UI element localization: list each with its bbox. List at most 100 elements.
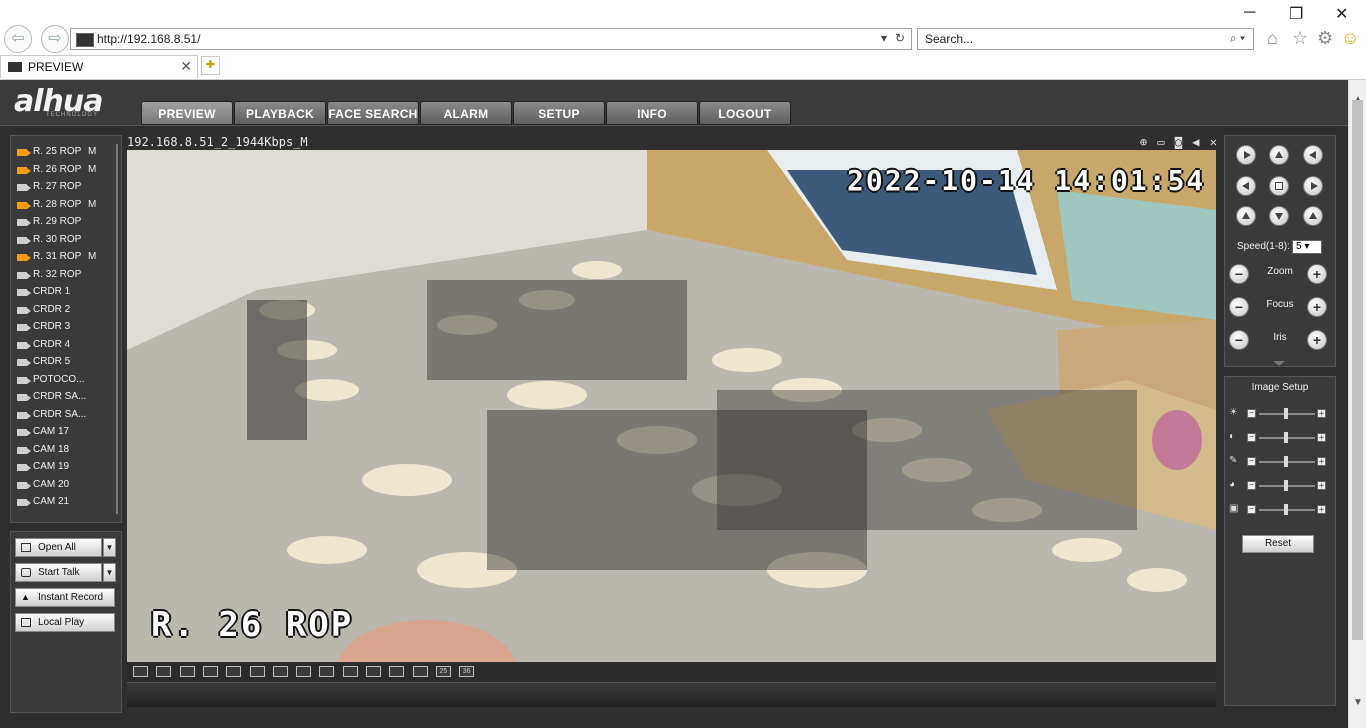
channel-item[interactable]: CRDR 4 (11, 337, 115, 355)
zoom-out-button[interactable]: − (1229, 264, 1249, 284)
channel-item[interactable]: CRDR 2 (11, 302, 115, 320)
search-icon[interactable]: ⌕ ▾ (1230, 31, 1245, 46)
ptz-collapse-icon[interactable] (1273, 361, 1285, 366)
iris-open-button[interactable]: + (1307, 330, 1327, 350)
minimize-icon[interactable]: ─ (1244, 4, 1255, 22)
local-play-button[interactable]: Local Play (15, 613, 115, 632)
channel-list-scrollbar[interactable] (116, 144, 118, 514)
ptz-up-right-button[interactable] (1303, 145, 1323, 165)
layout-button[interactable]: 36 (459, 666, 475, 677)
hue-minus[interactable]: − (1247, 481, 1256, 490)
new-tab-button[interactable]: ✚ (201, 56, 220, 75)
ptz-up-left-button[interactable] (1236, 145, 1256, 165)
contrast-plus[interactable]: + (1317, 433, 1326, 442)
layout-button[interactable] (366, 666, 381, 677)
layout-button[interactable] (249, 666, 265, 677)
restore-icon[interactable]: ❐ (1289, 4, 1303, 24)
start-talk-dropdown[interactable]: ▼ (103, 563, 116, 582)
contrast-thumb[interactable] (1284, 432, 1288, 443)
refresh-icon[interactable]: ↻ (895, 31, 905, 45)
layout-button[interactable] (389, 666, 405, 677)
snapshot-icon[interactable]: ◙ (1175, 135, 1182, 149)
focus-in-button[interactable]: + (1307, 297, 1327, 317)
brightness-thumb[interactable] (1284, 408, 1288, 419)
channel-item[interactable]: R. 26 ROP M (11, 162, 115, 180)
audio-icon[interactable]: ◀ (1192, 135, 1199, 149)
channel-item[interactable]: POTOCO... (11, 372, 115, 390)
nav-tab-playback[interactable]: PLAYBACK (234, 101, 326, 125)
tab-close-icon[interactable]: ✕ (180, 58, 192, 75)
layout-button[interactable] (133, 666, 148, 677)
layout-button[interactable] (319, 666, 335, 677)
channel-item[interactable]: CRDR 5 (11, 354, 115, 372)
channel-item[interactable]: CRDR SA... (11, 389, 115, 407)
search-box[interactable]: Search... ⌕ ▾ (917, 28, 1254, 50)
ptz-down-left-button[interactable] (1236, 206, 1256, 226)
iris-close-button[interactable]: − (1229, 330, 1249, 350)
hue-thumb[interactable] (1284, 480, 1288, 491)
saturation-minus[interactable]: − (1247, 457, 1256, 466)
brightness-minus[interactable]: − (1247, 409, 1256, 418)
channel-item[interactable]: R. 31 ROP M (11, 249, 115, 267)
nav-tab-face-search[interactable]: FACE SEARCH (327, 101, 419, 125)
channel-item[interactable]: R. 27 ROP (11, 179, 115, 197)
layout-button[interactable] (179, 666, 195, 677)
layout-button[interactable] (272, 666, 288, 677)
address-dropdown-icon[interactable]: ▾ (881, 31, 887, 45)
zoom-in-button[interactable]: + (1307, 264, 1327, 284)
channel-item[interactable]: CRDR SA... (11, 407, 115, 425)
ptz-left-button[interactable] (1236, 176, 1256, 196)
settings-gear-icon[interactable]: ⚙ (1317, 28, 1333, 49)
nav-tab-info[interactable]: INFO (606, 101, 698, 125)
start-talk-button[interactable]: Start Talk (15, 563, 102, 582)
channel-item[interactable]: CRDR 3 (11, 319, 115, 337)
open-all-button[interactable]: Open All (15, 538, 102, 557)
contrast-minus[interactable]: − (1247, 433, 1256, 442)
gamma-plus[interactable]: + (1317, 505, 1326, 514)
address-bar[interactable]: http://192.168.8.51/ ▾ ↻ (70, 28, 912, 50)
feedback-smiley-icon[interactable]: ☺ (1341, 28, 1359, 49)
close-video-icon[interactable]: ✕ (1210, 135, 1217, 149)
layout-button[interactable]: 25 (435, 666, 451, 677)
layout-button[interactable] (202, 666, 218, 677)
channel-item[interactable]: R. 29 ROP (11, 214, 115, 232)
channel-item[interactable]: CAM 20 (11, 477, 115, 495)
speed-select[interactable]: 5 ▾ (1292, 240, 1322, 254)
channel-item[interactable]: CRDR 1 (11, 284, 115, 302)
channel-item[interactable]: R. 30 ROP (11, 232, 115, 250)
focus-out-button[interactable]: − (1229, 297, 1249, 317)
channel-item[interactable]: R. 25 ROP M (11, 144, 115, 162)
nav-tab-alarm[interactable]: ALARM (420, 101, 512, 125)
ptz-up-button[interactable] (1269, 145, 1289, 165)
home-icon[interactable]: ⌂ (1267, 28, 1278, 49)
brightness-plus[interactable]: + (1317, 409, 1326, 418)
channel-item[interactable]: CAM 21 (11, 494, 115, 512)
saturation-plus[interactable]: + (1317, 457, 1326, 466)
gamma-minus[interactable]: − (1247, 505, 1256, 514)
back-button[interactable]: ⇦ (4, 25, 32, 53)
forward-button[interactable]: ⇨ (41, 25, 69, 53)
channel-item[interactable]: CAM 19 (11, 459, 115, 477)
scroll-down-icon[interactable]: ▼ (1353, 697, 1363, 708)
ptz-center-button[interactable] (1269, 176, 1289, 196)
open-all-dropdown[interactable]: ▼ (103, 538, 116, 557)
layout-button[interactable] (412, 666, 428, 677)
live-video[interactable]: 2022-10-14 14:01:54 R. 26 ROP (127, 150, 1216, 662)
gamma-thumb[interactable] (1284, 504, 1288, 515)
instant-record-button[interactable]: ▲ Instant Record (15, 588, 115, 607)
channel-item[interactable]: CAM 17 (11, 424, 115, 442)
close-window-icon[interactable]: ✕ (1335, 4, 1348, 24)
layout-button[interactable] (226, 666, 242, 677)
channel-item[interactable]: CAM 18 (11, 442, 115, 460)
ptz-right-button[interactable] (1303, 176, 1323, 196)
saturation-thumb[interactable] (1284, 456, 1288, 467)
layout-button[interactable] (342, 666, 358, 677)
nav-tab-preview[interactable]: PREVIEW (141, 101, 233, 125)
window-icon[interactable]: ▭ (1157, 135, 1164, 149)
ptz-down-right-button[interactable] (1303, 206, 1323, 226)
channel-item[interactable]: R. 32 ROP (11, 267, 115, 285)
hue-plus[interactable]: + (1317, 481, 1326, 490)
ptz-down-button[interactable] (1269, 206, 1289, 226)
scroll-thumb[interactable] (1352, 100, 1363, 640)
favorites-star-icon[interactable]: ☆ (1292, 28, 1308, 49)
